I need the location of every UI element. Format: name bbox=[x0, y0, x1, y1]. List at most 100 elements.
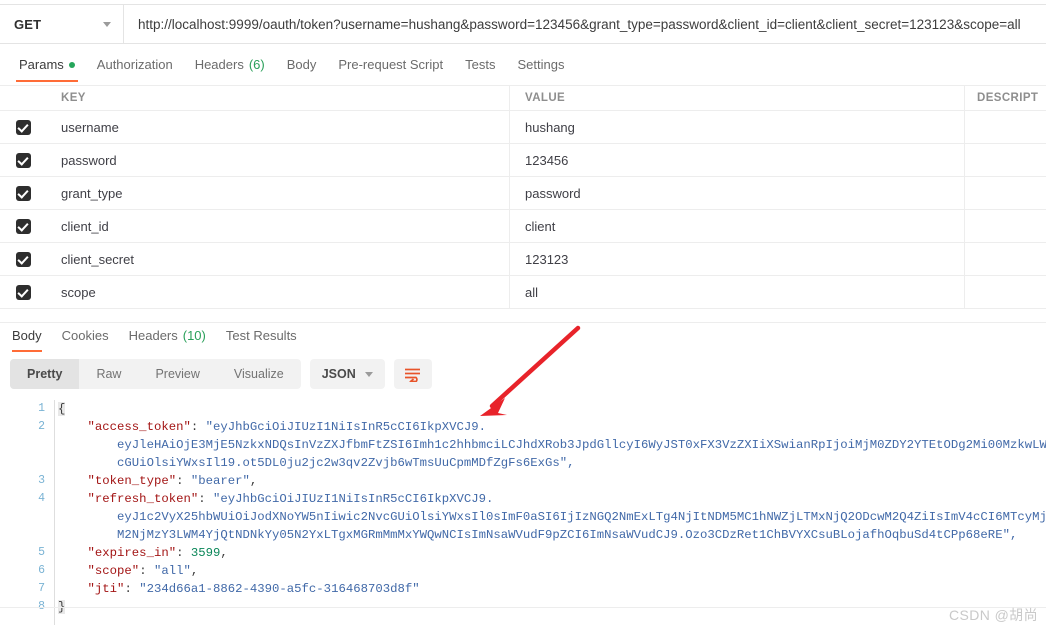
watermark: CSDN @胡尚 bbox=[949, 607, 1038, 623]
code-token: : bbox=[176, 546, 191, 560]
param-key: username bbox=[61, 119, 119, 135]
view-mode-pretty[interactable]: Pretty bbox=[10, 359, 80, 389]
wrap-lines-button[interactable] bbox=[393, 359, 432, 389]
row-key-cell[interactable]: client_id bbox=[47, 210, 510, 242]
response-tab-cookies[interactable]: Cookies bbox=[54, 323, 121, 352]
request-tab-params[interactable]: Params bbox=[8, 56, 86, 82]
code-token: , bbox=[190, 564, 199, 578]
request-tab-body[interactable]: Body bbox=[276, 56, 328, 82]
checkbox-icon[interactable] bbox=[16, 185, 31, 201]
line-number: 2 bbox=[38, 420, 45, 433]
checkbox-icon[interactable] bbox=[16, 218, 31, 234]
row-value-cell[interactable]: 123123 bbox=[510, 243, 965, 275]
code-token: "access_token" bbox=[87, 420, 191, 434]
row-description-cell[interactable] bbox=[965, 243, 1046, 275]
code-token: "refresh_token" bbox=[87, 492, 199, 506]
chevron-down-icon bbox=[103, 21, 111, 27]
code-token: , bbox=[249, 474, 258, 488]
row-key-cell[interactable]: username bbox=[47, 111, 510, 143]
row-key-cell[interactable]: password bbox=[47, 144, 510, 176]
request-tab-authorization[interactable]: Authorization bbox=[86, 56, 184, 82]
code-token: "expires_in" bbox=[87, 546, 177, 560]
row-key-cell[interactable]: scope bbox=[47, 276, 510, 308]
row-description-cell[interactable] bbox=[965, 177, 1046, 209]
row-checkbox-cell[interactable] bbox=[0, 119, 47, 135]
params-table: KEY VALUE DESCRIPT username hushang passwo… bbox=[0, 85, 1046, 309]
param-key: grant_type bbox=[61, 185, 123, 201]
table-row: client_id client bbox=[0, 210, 1046, 243]
request-tab-settings[interactable]: Settings bbox=[506, 56, 575, 82]
view-mode-preview[interactable]: Preview bbox=[138, 359, 216, 389]
request-url-bar: GET http://localhost:9999/oauth/token?us… bbox=[0, 4, 1046, 44]
param-value: all bbox=[525, 284, 539, 300]
code-token: { bbox=[58, 402, 66, 416]
view-mode-raw[interactable]: Raw bbox=[79, 359, 138, 389]
row-description-cell[interactable] bbox=[965, 276, 1046, 308]
param-value: 123456 bbox=[525, 152, 569, 168]
code-token: "234d66a1-8862-4390-a5fc-316468703d8f" bbox=[139, 582, 420, 596]
param-key: password bbox=[61, 152, 117, 168]
code-line: "jti": "234d66a1-8862-4390-a5fc-31646870… bbox=[58, 580, 1046, 598]
tab-label: Settings bbox=[517, 57, 565, 72]
row-description-cell[interactable] bbox=[965, 144, 1046, 176]
code-token: "eyJhbGciOiJIUzI1NiIsInR5cCI6IkpXVCJ9. bbox=[205, 420, 487, 434]
row-checkbox-cell[interactable] bbox=[0, 185, 47, 201]
response-tab-test-results[interactable]: Test Results bbox=[218, 323, 309, 352]
code-line: eyJleHAiOjE3MjE5NzkxNDQsInVzZXJfbmFtZSI6… bbox=[58, 436, 1046, 454]
row-value-cell[interactable]: hushang bbox=[510, 111, 965, 143]
code-token: "jti" bbox=[87, 582, 125, 596]
tab-count: (6) bbox=[248, 57, 265, 72]
http-method-label: GET bbox=[14, 16, 42, 32]
tab-label: Pre-request Script bbox=[338, 57, 444, 72]
url-text: http://localhost:9999/oauth/token?userna… bbox=[138, 16, 1021, 32]
response-body-viewer[interactable]: 12345678 { "access_token": "eyJhbGciOiJI… bbox=[0, 400, 1046, 625]
row-value-cell[interactable]: 123456 bbox=[510, 144, 965, 176]
row-checkbox-cell[interactable] bbox=[0, 284, 47, 300]
response-format-select[interactable]: JSON bbox=[309, 359, 385, 389]
code-token: "all" bbox=[153, 564, 191, 578]
request-tab-headers[interactable]: Headers (6) bbox=[184, 56, 276, 82]
modified-dot-icon bbox=[68, 61, 75, 68]
code-token: : bbox=[139, 564, 154, 578]
response-view-mode-group: Pretty Raw Preview Visualize bbox=[10, 359, 301, 389]
row-checkbox-cell[interactable] bbox=[0, 218, 47, 234]
response-format-toolbar: Pretty Raw Preview Visualize JSON bbox=[10, 359, 432, 389]
http-method-selector[interactable]: GET bbox=[0, 5, 124, 43]
checkbox-icon[interactable] bbox=[16, 284, 31, 300]
url-input[interactable]: http://localhost:9999/oauth/token?userna… bbox=[124, 5, 1046, 43]
chevron-down-icon bbox=[364, 371, 373, 377]
row-value-cell[interactable]: all bbox=[510, 276, 965, 308]
row-value-cell[interactable]: password bbox=[510, 177, 965, 209]
view-mode-visualize[interactable]: Visualize bbox=[217, 359, 301, 389]
line-number-gutter: 12345678 bbox=[0, 400, 55, 625]
row-value-cell[interactable]: client bbox=[510, 210, 965, 242]
wrap-lines-icon bbox=[405, 368, 421, 382]
tab-label: Body bbox=[286, 57, 317, 72]
tab-label: Body bbox=[12, 328, 42, 343]
row-key-cell[interactable]: client_secret bbox=[47, 243, 510, 275]
response-tab-headers[interactable]: Headers (10) bbox=[121, 323, 218, 352]
request-tab-pre-request-script[interactable]: Pre-request Script bbox=[327, 56, 454, 82]
param-key: scope bbox=[61, 284, 96, 300]
checkbox-icon[interactable] bbox=[16, 251, 31, 267]
code-token: "token_type" bbox=[87, 474, 177, 488]
line-number: 6 bbox=[38, 564, 45, 577]
footer-divider bbox=[0, 607, 1046, 608]
request-tab-tests[interactable]: Tests bbox=[454, 56, 506, 82]
row-checkbox-cell[interactable] bbox=[0, 152, 47, 168]
response-tab-body[interactable]: Body bbox=[4, 323, 54, 352]
table-row: password 123456 bbox=[0, 144, 1046, 177]
row-key-cell[interactable]: grant_type bbox=[47, 177, 510, 209]
checkbox-icon[interactable] bbox=[16, 152, 31, 168]
code-token: : bbox=[124, 582, 140, 596]
table-row: username hushang bbox=[0, 111, 1046, 144]
param-value: hushang bbox=[525, 119, 575, 135]
checkbox-icon[interactable] bbox=[16, 119, 31, 135]
row-checkbox-cell[interactable] bbox=[0, 251, 47, 267]
row-description-cell[interactable] bbox=[965, 210, 1046, 242]
tab-label: Test Results bbox=[225, 328, 297, 343]
row-description-cell[interactable] bbox=[965, 111, 1046, 143]
